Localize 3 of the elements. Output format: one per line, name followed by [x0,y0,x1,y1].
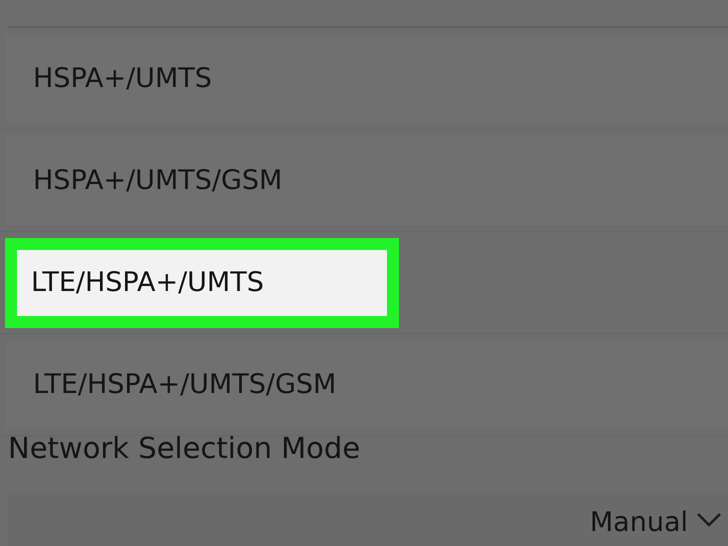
chevron-down-icon [696,512,722,528]
network-mode-option[interactable]: LTE/HSPA+/UMTS [5,238,399,328]
section-title: Network Selection Mode [7,430,362,467]
